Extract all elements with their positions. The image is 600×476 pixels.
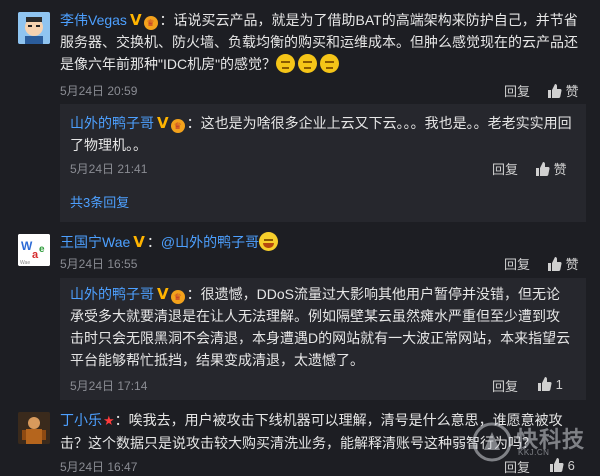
username-link[interactable]: 山外的鸭子哥 bbox=[70, 286, 154, 302]
comment-time: 5月24日 20:59 bbox=[60, 84, 138, 98]
like-label: 赞 bbox=[553, 162, 567, 177]
reply-button[interactable]: 回复 bbox=[504, 81, 530, 100]
svg-text:e: e bbox=[39, 244, 45, 255]
vip-badge-icon: V bbox=[129, 11, 142, 29]
username-link[interactable]: 丁小乐 bbox=[60, 412, 102, 428]
like-button[interactable]: 赞 bbox=[546, 81, 579, 100]
avatar[interactable] bbox=[18, 412, 50, 444]
like-button[interactable]: 赞 bbox=[546, 254, 579, 273]
avatar-logo-icon: W a e Wae bbox=[18, 234, 50, 266]
thumbs-up-icon bbox=[538, 377, 552, 391]
reply-time: 5月24日 21:41 bbox=[70, 162, 148, 176]
vip-badge-icon: V bbox=[157, 285, 169, 303]
reply-button[interactable]: 回复 bbox=[492, 159, 518, 178]
reply-body: 山外的鸭子哥 V ♛ ：这也是为啥很多企业上云又下云。。。我也是。。老老实实用回了物理… bbox=[70, 114, 572, 153]
watermark-subtext: KKJ.CN bbox=[518, 448, 550, 457]
avatar-figure-icon bbox=[18, 412, 50, 444]
vip-badge-icon: V bbox=[133, 233, 145, 251]
like-count: 1 bbox=[555, 377, 563, 392]
comment-time: 5月24日 16:47 bbox=[60, 460, 138, 474]
crown-badge-icon: ♛ bbox=[143, 16, 158, 30]
comment-feed: 李伟Vegas V ♛ ：话说买云产品，就是为了借助BAT的高端架构来防护自己，并节省… bbox=[0, 0, 600, 475]
avatar[interactable]: W a e Wae bbox=[18, 234, 50, 266]
avatar[interactable] bbox=[18, 12, 50, 44]
like-button[interactable]: 赞 bbox=[534, 159, 567, 178]
reply-thread: 山外的鸭子哥 V ♛ ：这也是为啥很多企业上云又下云。。。我也是。。老老实实用回了物理… bbox=[60, 104, 586, 222]
reply-time: 5月24日 17:14 bbox=[70, 379, 148, 393]
reply-button[interactable]: 回复 bbox=[492, 376, 518, 395]
reply-button[interactable]: 回复 bbox=[504, 254, 530, 273]
avatar-cartoon-icon bbox=[18, 12, 50, 44]
username-link[interactable]: 王国宁Wae bbox=[60, 234, 130, 250]
thumbs-up-icon bbox=[548, 257, 562, 271]
watermark: 快科技 KKJ.CN bbox=[470, 418, 590, 466]
comment-body: 王国宁Wae V ：@山外的鸭子哥 bbox=[60, 231, 590, 253]
like-label: 赞 bbox=[565, 84, 579, 99]
sweat-emoji-icon bbox=[298, 54, 318, 73]
thumbs-up-icon bbox=[548, 84, 562, 98]
crown-badge-icon: ♛ bbox=[170, 290, 185, 304]
reply-body: 山外的鸭子哥 V ♛ ：很遗憾，DDoS流量过大影响其他用户暂停并没错，但无论承受多大… bbox=[70, 285, 571, 368]
vip-badge-icon: V bbox=[157, 114, 169, 132]
sweat-emoji-icon bbox=[320, 54, 340, 73]
svg-text:a: a bbox=[32, 249, 39, 261]
like-label: 赞 bbox=[565, 257, 579, 272]
username-link[interactable]: 李伟Vegas bbox=[60, 12, 127, 28]
more-replies-link[interactable]: 共3条回复 bbox=[70, 192, 129, 211]
svg-text:Wae: Wae bbox=[20, 260, 30, 266]
sweat-emoji-icon bbox=[276, 54, 296, 73]
reply-thread: 山外的鸭子哥 V ♛ ：很遗憾，DDoS流量过大影响其他用户暂停并没错，但无论承受多大… bbox=[60, 278, 586, 400]
watermark-logo-icon bbox=[472, 422, 512, 462]
star-badge-icon: ★ bbox=[103, 413, 115, 428]
thumbs-up-icon bbox=[536, 162, 550, 176]
username-link[interactable]: 山外的鸭子哥 bbox=[70, 115, 154, 131]
comment-body: 李伟Vegas V ♛ ：话说买云产品，就是为了借助BAT的高端架构来防护自己，并节省… bbox=[60, 11, 578, 73]
laughing-emoji-icon bbox=[259, 232, 279, 251]
mention-link[interactable]: @山外的鸭子哥 bbox=[161, 234, 259, 250]
comment-time: 5月24日 16:55 bbox=[60, 257, 138, 271]
crown-badge-icon: ♛ bbox=[170, 119, 185, 133]
like-button[interactable]: 1 bbox=[536, 376, 563, 392]
